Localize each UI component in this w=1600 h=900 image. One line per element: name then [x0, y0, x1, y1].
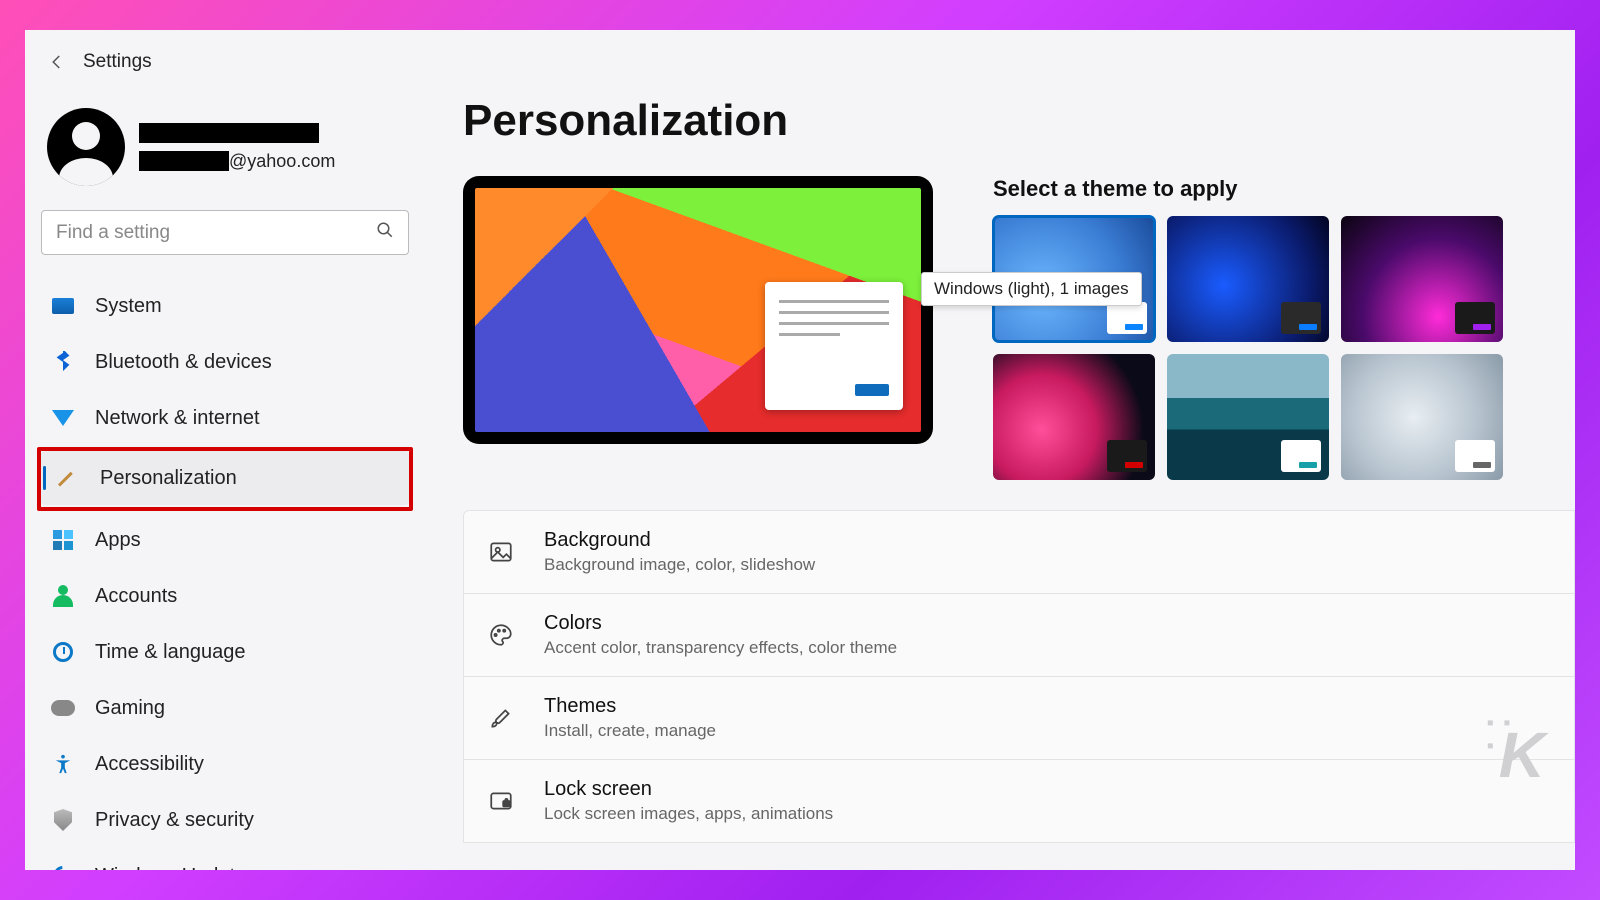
nav-apps[interactable]: Apps [37, 513, 413, 567]
palette-icon [486, 620, 516, 650]
nav-personalization[interactable]: Personalization [41, 451, 409, 505]
accessibility-icon [49, 750, 77, 778]
page-title: Personalization [463, 96, 1575, 146]
nav-time[interactable]: Time & language [37, 625, 413, 679]
nav-accessibility[interactable]: Accessibility [37, 737, 413, 791]
setting-colors[interactable]: Colors Accent color, transparency effect… [463, 594, 1575, 677]
shield-icon [49, 806, 77, 834]
watermark: ▪ ▪▪K [1499, 718, 1541, 792]
search-box[interactable] [41, 210, 409, 255]
theme-tooltip: Windows (light), 1 images [921, 272, 1142, 306]
paintbrush-icon [486, 703, 516, 733]
nav-gaming[interactable]: Gaming [37, 681, 413, 735]
avatar [47, 108, 125, 186]
user-email: @yahoo.com [139, 151, 335, 172]
nav-windows-update[interactable]: Windows Update [37, 849, 413, 870]
gamepad-icon [49, 694, 77, 722]
person-icon [49, 582, 77, 610]
search-input[interactable] [56, 222, 376, 244]
back-button[interactable] [37, 42, 77, 82]
nav-accounts[interactable]: Accounts [37, 569, 413, 623]
app-title: Settings [83, 51, 152, 73]
theme-flow[interactable] [1341, 354, 1503, 480]
nav-privacy[interactable]: Privacy & security [37, 793, 413, 847]
picture-icon [486, 537, 516, 567]
settings-window: Settings @yahoo.com [25, 30, 1575, 870]
desktop-preview [463, 176, 933, 444]
setting-background[interactable]: Background Background image, color, slid… [463, 510, 1575, 594]
theme-grid: Windows (light), 1 images [993, 216, 1575, 480]
user-block[interactable]: @yahoo.com [37, 90, 413, 210]
lock-screen-icon [486, 786, 516, 816]
brush-icon [54, 464, 82, 492]
nav-list: System Bluetooth & devices Network & int… [37, 279, 413, 870]
nav-bluetooth[interactable]: Bluetooth & devices [37, 335, 413, 389]
settings-list: Background Background image, color, slid… [463, 510, 1575, 843]
sidebar: @yahoo.com System B [25, 90, 425, 870]
theme-sunrise[interactable] [1167, 354, 1329, 480]
title-bar: Settings [25, 30, 1575, 90]
nav-network[interactable]: Network & internet [37, 391, 413, 445]
update-icon [49, 862, 77, 870]
apps-icon [49, 526, 77, 554]
theme-captured-motion[interactable] [993, 354, 1155, 480]
user-name-redacted [139, 123, 319, 143]
setting-themes[interactable]: Themes Install, create, manage [463, 677, 1575, 760]
bluetooth-icon [49, 348, 77, 376]
search-icon [376, 221, 394, 244]
system-icon [49, 292, 77, 320]
nav-system[interactable]: System [37, 279, 413, 333]
highlight-box: Personalization [37, 447, 413, 511]
theme-glow[interactable] [1341, 216, 1503, 342]
preview-dialog [765, 282, 903, 410]
setting-lock-screen[interactable]: Lock screen Lock screen images, apps, an… [463, 760, 1575, 843]
theme-heading: Select a theme to apply [993, 176, 1575, 202]
wifi-icon [49, 404, 77, 432]
main-content: Personalization Select a theme to apply … [425, 90, 1575, 870]
clock-icon [49, 638, 77, 666]
theme-windows-dark[interactable] [1167, 216, 1329, 342]
